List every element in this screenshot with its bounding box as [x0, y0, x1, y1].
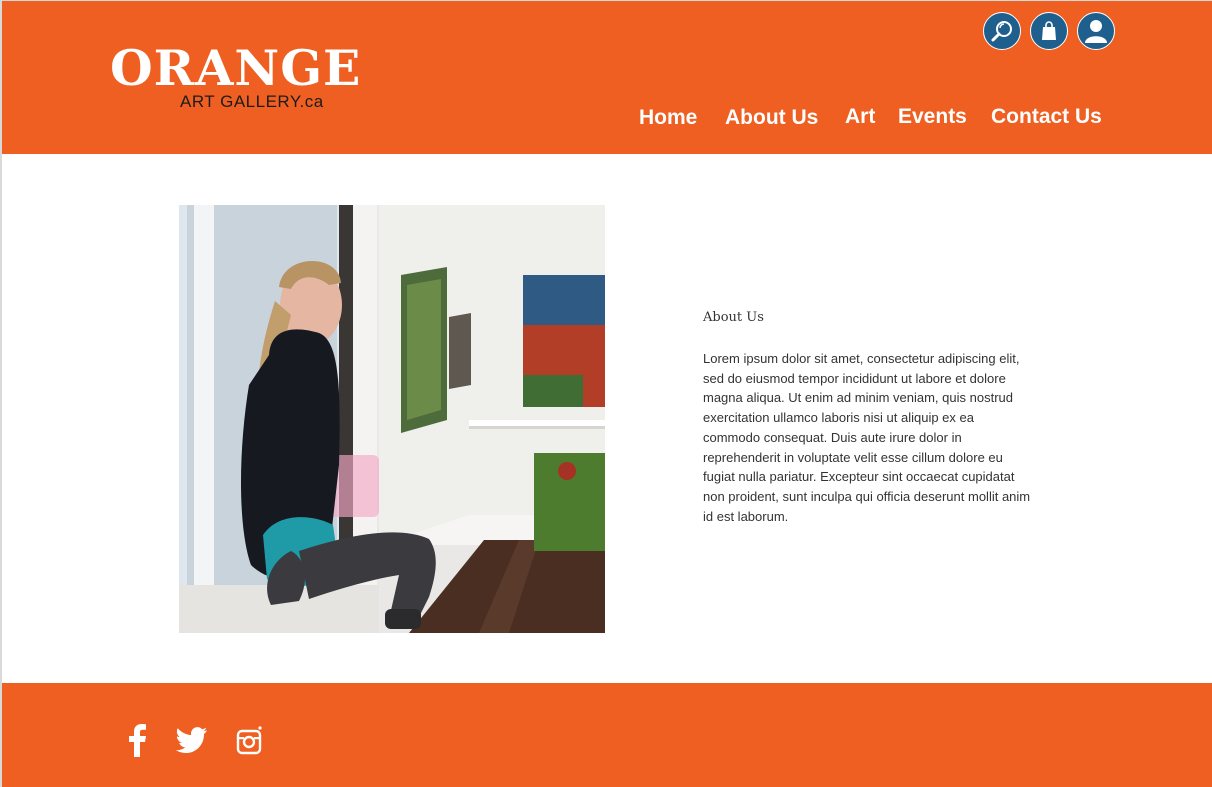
shopping-bag-icon [1042, 21, 1056, 40]
site-header: ORANGE ART GALLERY.ca Home About Us Art … [2, 1, 1212, 154]
nav-about-us[interactable]: About Us [725, 105, 818, 131]
gallery-photo [179, 205, 605, 633]
site-footer [2, 683, 1212, 787]
nav-events[interactable]: Events [898, 104, 967, 130]
twitter-link[interactable] [174, 722, 210, 758]
search-icon [991, 21, 1012, 42]
instagram-link[interactable] [234, 722, 264, 758]
user-icon [1085, 20, 1107, 43]
twitter-icon [176, 727, 207, 753]
nav-home[interactable]: Home [639, 105, 697, 131]
facebook-icon [129, 724, 146, 757]
facebook-link[interactable] [124, 722, 150, 758]
nav-art[interactable]: Art [845, 104, 875, 130]
cart-button[interactable] [1030, 12, 1068, 50]
account-button[interactable] [1077, 12, 1115, 50]
search-button[interactable] [983, 12, 1021, 50]
site-logo[interactable]: ORANGE ART GALLERY.ca [110, 41, 360, 113]
about-heading: About Us [703, 310, 764, 325]
about-body-text: Lorem ipsum dolor sit amet, consectetur … [703, 351, 1031, 524]
instagram-icon [236, 726, 262, 755]
logo-tagline: ART GALLERY.ca [180, 92, 324, 111]
nav-contact-us[interactable]: Contact Us [991, 104, 1102, 130]
logo-wordmark: ORANGE [110, 39, 362, 97]
